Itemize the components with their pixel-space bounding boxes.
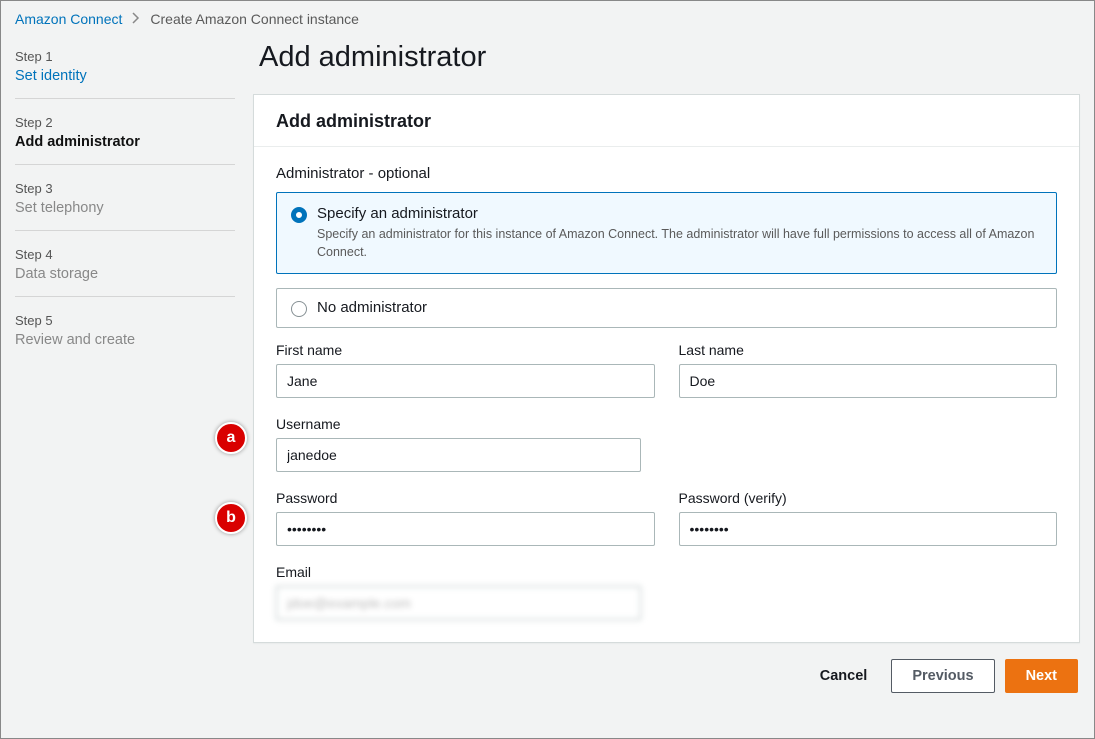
last-name-label: Last name [679, 342, 1058, 358]
form-card: Add administrator Administrator - option… [253, 94, 1080, 643]
email-label: Email [276, 564, 641, 580]
last-name-input[interactable] [679, 364, 1058, 398]
password-label: Password [276, 490, 655, 506]
step-label: Step 3 [15, 181, 235, 196]
first-name-input[interactable] [276, 364, 655, 398]
step-label: Step 2 [15, 115, 235, 130]
sidebar-step-2[interactable]: Step 2 Add administrator [15, 107, 235, 165]
radio-label: No administrator [317, 299, 427, 316]
section-title: Administrator - optional [276, 165, 1057, 182]
username-label: Username [276, 416, 641, 432]
username-input[interactable] [276, 438, 641, 472]
action-bar: Cancel Previous Next [253, 643, 1080, 693]
card-title: Add administrator [276, 111, 1057, 132]
sidebar-step-4: Step 4 Data storage [15, 239, 235, 297]
email-input[interactable] [276, 586, 641, 620]
radio-specify-administrator[interactable]: Specify an administrator Specify an admi… [276, 192, 1057, 274]
cancel-button[interactable]: Cancel [806, 660, 882, 692]
sidebar-step-5: Step 5 Review and create [15, 305, 235, 362]
first-name-label: First name [276, 342, 655, 358]
page-title: Add administrator [259, 41, 1080, 74]
password-verify-label: Password (verify) [679, 490, 1058, 506]
step-label: Step 4 [15, 247, 235, 262]
breadcrumb-current: Create Amazon Connect instance [150, 11, 359, 27]
password-verify-input[interactable] [679, 512, 1058, 546]
step-label: Step 5 [15, 313, 235, 328]
password-input[interactable] [276, 512, 655, 546]
radio-label: Specify an administrator [317, 205, 1042, 222]
radio-description: Specify an administrator for this instan… [317, 226, 1042, 261]
step-name: Review and create [15, 332, 235, 348]
breadcrumb: Amazon Connect Create Amazon Connect ins… [1, 1, 1094, 35]
step-label: Step 1 [15, 49, 235, 64]
radio-dot-icon [291, 301, 307, 317]
step-name: Add administrator [15, 134, 235, 150]
radio-no-administrator[interactable]: No administrator [276, 288, 1057, 328]
sidebar-step-1[interactable]: Step 1 Set identity [15, 41, 235, 99]
chevron-right-icon [132, 11, 140, 27]
breadcrumb-root-link[interactable]: Amazon Connect [15, 11, 122, 27]
wizard-sidebar: Step 1 Set identity Step 2 Add administr… [15, 35, 235, 693]
next-button[interactable]: Next [1005, 659, 1078, 693]
step-name: Data storage [15, 266, 235, 282]
sidebar-step-3: Step 3 Set telephony [15, 173, 235, 231]
step-name[interactable]: Set identity [15, 68, 235, 84]
callout-b: b [215, 502, 247, 534]
callout-a: a [215, 422, 247, 454]
radio-dot-icon [291, 207, 307, 223]
previous-button[interactable]: Previous [891, 659, 994, 693]
step-name: Set telephony [15, 200, 235, 216]
